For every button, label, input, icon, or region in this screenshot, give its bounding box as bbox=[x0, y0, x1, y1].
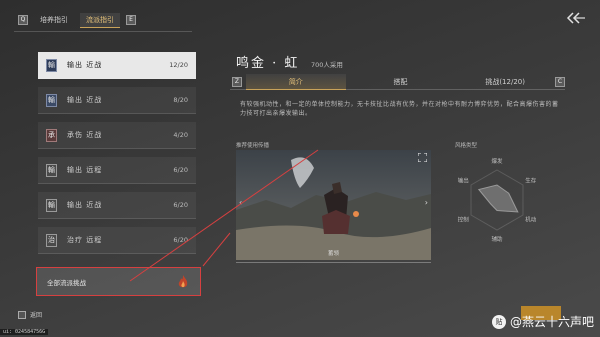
tab-build-guide[interactable]: 流派指引 bbox=[80, 12, 120, 28]
build-user-count: 700人采用 bbox=[311, 61, 343, 69]
role-icon: 承 bbox=[46, 128, 57, 142]
watermark-text: @燕云十六声吧 bbox=[509, 315, 594, 329]
radar-value-shape bbox=[477, 184, 519, 213]
key-hint-z: Z bbox=[232, 76, 242, 87]
build-count: 6/20 bbox=[173, 201, 188, 209]
role-icon: 輸 bbox=[46, 163, 57, 177]
key-hint-q: Q bbox=[18, 15, 28, 25]
key-hint-c: C bbox=[555, 76, 565, 87]
radar-axis-label: 输出 bbox=[458, 177, 469, 185]
build-item[interactable]: 治 治疗 远程 6/20 bbox=[38, 227, 196, 254]
build-item[interactable]: 輸 输出 近战 6/20 bbox=[38, 192, 196, 219]
tab-challenge[interactable]: 挑战(12/20) bbox=[455, 74, 555, 90]
video-prev-icon[interactable]: ‹ bbox=[239, 198, 242, 207]
tab-cultivation-guide[interactable]: 培养指引 bbox=[34, 13, 74, 27]
build-count: 4/20 bbox=[173, 131, 188, 139]
build-count: 12/20 bbox=[169, 61, 188, 69]
all-builds-challenge-button[interactable]: 全部流派挑战 bbox=[36, 267, 201, 296]
build-role: 治疗 远程 bbox=[67, 236, 103, 244]
tieba-logo-icon: 贴 bbox=[491, 314, 506, 329]
top-divider bbox=[14, 31, 192, 32]
video-frame bbox=[236, 150, 431, 260]
video-section-label: 推荐使用传播 bbox=[236, 143, 270, 149]
key-hint-e: E bbox=[126, 15, 136, 25]
flame-icon bbox=[178, 274, 188, 287]
build-item[interactable]: 輸 输出 近战 12/20 bbox=[38, 52, 196, 79]
radar-axis-label: 控制 bbox=[458, 216, 470, 224]
build-count: 6/20 bbox=[173, 236, 188, 244]
build-item[interactable]: 輸 输出 远程 6/20 bbox=[38, 157, 196, 184]
build-item[interactable]: 輸 输出 近战 8/20 bbox=[38, 87, 196, 114]
style-radar-chart: 爆发生存机动辅助 控制 输出 bbox=[458, 157, 537, 243]
build-count: 6/20 bbox=[173, 166, 188, 174]
role-icon: 輸 bbox=[46, 93, 57, 107]
tab-loadout[interactable]: 搭配 bbox=[346, 74, 456, 90]
build-role: 输出 近战 bbox=[67, 61, 103, 69]
back-arrow-icon[interactable] bbox=[564, 10, 586, 26]
build-description: 有较强机动性，和一定的单体控制能力，无卡技扯比战有优势，并在对枪中有耐力博弈优势… bbox=[240, 101, 559, 117]
video-next-icon[interactable]: › bbox=[425, 198, 428, 207]
build-title: 鸣金 · 虹 bbox=[236, 56, 300, 71]
build-role: 输出 近战 bbox=[67, 201, 103, 209]
role-icon: 輸 bbox=[46, 198, 57, 212]
back-hint[interactable]: 返回 bbox=[18, 310, 42, 319]
back-hint-label: 返回 bbox=[30, 312, 43, 319]
build-item[interactable]: 承 承伤 近战 4/20 bbox=[38, 122, 196, 149]
fullscreen-icon[interactable] bbox=[418, 153, 427, 162]
tab-intro[interactable]: 简介 bbox=[245, 73, 346, 90]
role-icon: 輸 bbox=[46, 58, 57, 72]
video-caption: 蓄领 bbox=[327, 251, 339, 257]
build-role: 输出 近战 bbox=[67, 96, 103, 104]
radar-axis-label: 辅助 bbox=[491, 235, 503, 243]
debug-coords: ui: 024584756G bbox=[0, 329, 49, 335]
esc-key-icon bbox=[18, 310, 26, 319]
all-builds-label: 全部流派挑战 bbox=[47, 278, 86, 287]
top-tab-bar: Q 培养指引 流派指引 E bbox=[18, 12, 136, 28]
preview-video[interactable]: ‹ › 蓄领 bbox=[236, 150, 431, 260]
radar-axis-label: 生存 bbox=[525, 177, 537, 185]
video-divider bbox=[236, 262, 431, 263]
detail-subtabs: Z 简介 搭配 挑战(12/20) C bbox=[230, 73, 565, 90]
build-role: 输出 远程 bbox=[67, 166, 103, 174]
build-role: 承伤 近战 bbox=[67, 131, 103, 139]
radar-axis-label: 机动 bbox=[525, 216, 537, 224]
watermark: 贴 @燕云十六声吧 bbox=[491, 313, 594, 330]
role-icon: 治 bbox=[46, 233, 57, 247]
build-count: 8/20 bbox=[173, 96, 188, 104]
radar-section-label: 风格类型 bbox=[455, 143, 478, 149]
build-list: 輸 输出 近战 12/20 輸 输出 近战 8/20 承 承伤 近战 4/20 … bbox=[38, 52, 196, 262]
radar-axis-label: 爆发 bbox=[491, 157, 503, 165]
